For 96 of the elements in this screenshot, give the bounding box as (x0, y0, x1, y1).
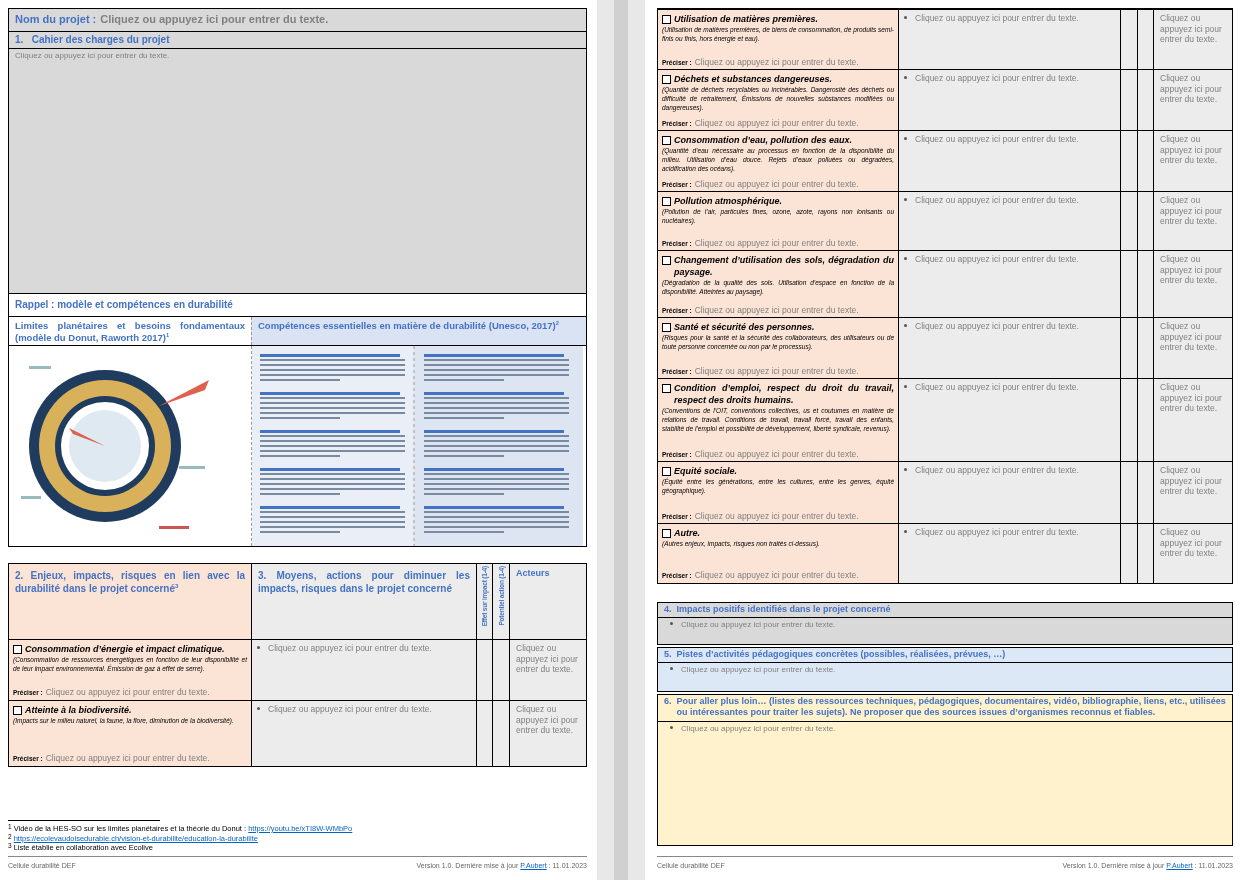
text-placeholder[interactable]: Cliquez ou appuyez ici pour entrer du texte. (915, 254, 1079, 265)
issue-title: Changement d’utilisation des sols, dégradation du paysage. (674, 254, 894, 279)
section-heading: Rappel : modèle et compétences en durabilité (15, 299, 233, 311)
text-placeholder[interactable]: Cliquez ou appuyez ici pour entrer du texte. (694, 366, 859, 377)
checkbox[interactable] (13, 706, 22, 715)
bullet-icon (904, 16, 907, 19)
rating-cell[interactable] (1137, 462, 1153, 524)
column-header: Compétences essentielles en matière de durabilité (Unesco, 2017)$^{2}$ (258, 320, 560, 333)
checkbox[interactable] (662, 384, 671, 393)
checkbox[interactable] (662, 197, 671, 206)
checkbox[interactable] (662, 467, 671, 476)
bullet-icon (904, 257, 907, 260)
text-placeholder[interactable]: Cliquez ou appuyez ici pour entrer du texte. (681, 665, 836, 675)
text-placeholder[interactable]: Cliquez ou appuyez ici pour entrer du texte. (915, 13, 1079, 24)
rating-cell[interactable] (1137, 10, 1153, 70)
rating-cell[interactable] (1120, 251, 1137, 318)
rating-cell[interactable] (1137, 379, 1153, 462)
section-header: 5. Pistes d’activités pédagogiques concrètes (possibles, réalisées, prévues, …) (658, 648, 1232, 662)
issue-title: Santé et sécurité des personnes. (674, 321, 815, 334)
bullet-icon (257, 707, 260, 710)
rating-cell[interactable] (1137, 192, 1153, 251)
text-placeholder[interactable]: Cliquez ou appuyez ici pour entrer du texte. (268, 704, 432, 715)
bullet-icon (904, 198, 907, 201)
text-placeholder[interactable]: Cliquez ou appuyez ici pour entrer du texte. (915, 134, 1079, 145)
rating-cell[interactable] (1137, 524, 1153, 583)
rating-cell[interactable] (1120, 70, 1137, 131)
bullet-icon (904, 385, 907, 388)
text-placeholder[interactable]: Cliquez ou appuyez ici pour entrer du texte. (915, 321, 1079, 332)
issue-title: Condition d’emploi, respect du droit du travail, respect des droits humains. (674, 382, 894, 407)
checkbox[interactable] (662, 15, 671, 24)
text-placeholder[interactable]: Cliquez ou appuyez ici pour entrer du texte. (915, 73, 1079, 84)
text-placeholder[interactable]: Cliquez ou appuyez ici pour entrer du texte. (45, 687, 210, 698)
rating-cell[interactable] (1120, 10, 1137, 70)
checkbox[interactable] (662, 529, 671, 538)
bullet-icon (904, 530, 907, 533)
column-header: Acteurs (516, 568, 551, 579)
issue-title: Pollution atmosphérique. (674, 195, 782, 208)
column-header: Limites planétaires et besoins fondamentaux (modèle du Donut, Raworth 2017)$^{1}$ (15, 320, 245, 345)
text-placeholder[interactable]: Cliquez ou appuyez ici pour entrer du texte. (694, 305, 859, 316)
bullet-icon (904, 137, 907, 140)
rating-cell[interactable] (492, 701, 509, 766)
rating-cell[interactable] (1120, 131, 1137, 192)
bullet-icon (257, 646, 260, 649)
issue-title: Equité sociale. (674, 465, 738, 477)
issue-title: Atteinte à la biodiversité. (25, 704, 132, 717)
text-placeholder[interactable]: Cliquez ou appuyez ici pour entrer du texte. (694, 179, 859, 190)
text-placeholder[interactable]: Cliquez ou appuyez ici pour entrer du texte. (694, 570, 859, 581)
text-placeholder[interactable]: Cliquez ou appuyez ici pour entrer du texte. (915, 465, 1079, 476)
section-header: 6. Pour aller plus loin… (listes des ressources techniques, pédagogiques, documentaires, vidéo, bibliographie, liens, etc., utilisées ou intéressantes pour traiter les sujets). Ne proposer que des sources issues d’organismes reconnus et fiables. (658, 695, 1232, 721)
text-placeholder[interactable]: Cliquez ou appuyez ici pour entrer du texte. (694, 511, 859, 522)
text-placeholder[interactable]: Cliquez ou appuyez ici pour entrer du texte. (915, 527, 1079, 538)
checkbox[interactable] (662, 323, 671, 332)
column-header: 3. Moyens, actions pour diminuer les impacts, risques dans le projet concerné (258, 569, 470, 595)
checkbox[interactable] (662, 256, 671, 265)
rating-cell[interactable] (1120, 379, 1137, 462)
project-label: Nom du projet : (15, 13, 97, 27)
bullet-icon (670, 726, 673, 729)
rating-cell[interactable] (1120, 462, 1137, 524)
column-header: 2. Enjeux, impacts, risques en lien avec la durabilité dans le projet concerné$^{3}$ (15, 569, 245, 595)
text-placeholder[interactable]: Cliquez ou appuyez ici pour entrer du texte. (694, 449, 859, 460)
section-header: 4. Impacts positifs identifiés dans le projet concerné (658, 603, 1232, 617)
rating-cell[interactable] (1137, 70, 1153, 131)
checkbox[interactable] (662, 75, 671, 84)
text-placeholder[interactable]: Cliquez ou appuyez ici pour entrer du texte. (694, 57, 859, 68)
issue-title: Déchets et substances dangereuses. (674, 73, 833, 86)
rating-cell[interactable] (1137, 318, 1153, 379)
checkbox[interactable] (662, 136, 671, 145)
rating-cell[interactable] (1120, 192, 1137, 251)
bullet-icon (670, 667, 673, 670)
text-placeholder[interactable]: Cliquez ou appuyez ici pour entrer du texte. (100, 13, 329, 27)
text-placeholder[interactable]: Cliquez ou appuyez ici pour entrer du texte. (45, 753, 210, 764)
bullet-icon (904, 76, 907, 79)
text-placeholder[interactable]: Cliquez ou appuyez ici pour entrer du texte. (681, 620, 836, 630)
text-placeholder[interactable]: Cliquez ou appuyez ici pour entrer du texte. (694, 238, 859, 249)
section-heading: 1. Cahier des charges du projet (15, 34, 170, 46)
text-placeholder[interactable]: Cliquez ou appuyez ici pour entrer du texte. (268, 643, 432, 654)
rating-cell[interactable] (1120, 318, 1137, 379)
rating-cell[interactable] (492, 640, 509, 700)
text-placeholder[interactable]: Cliquez ou appuyez ici pour entrer du texte. (15, 51, 170, 61)
issue-title: Consommation d’énergie et impact climatique. (25, 643, 225, 656)
issue-title: Consommation d’eau, pollution des eaux. (674, 134, 853, 147)
issue-title: Utilisation de matières premières. (674, 13, 819, 26)
rating-cell[interactable] (476, 701, 492, 766)
text-placeholder[interactable]: Cliquez ou appuyez ici pour entrer du texte. (681, 724, 836, 734)
bullet-icon (904, 324, 907, 327)
checkbox[interactable] (13, 645, 22, 654)
rating-cell[interactable] (476, 640, 492, 700)
text-placeholder[interactable]: Cliquez ou appuyez ici pour entrer du texte. (915, 382, 1079, 393)
rating-cell[interactable] (1120, 524, 1137, 583)
issue-title: Autre. (674, 527, 700, 540)
bullet-icon (670, 622, 673, 625)
rating-cell[interactable] (1137, 251, 1153, 318)
rating-cell[interactable] (1137, 131, 1153, 192)
text-placeholder[interactable]: Cliquez ou appuyez ici pour entrer du texte. (694, 118, 859, 129)
text-placeholder[interactable]: Cliquez ou appuyez ici pour entrer du texte. (915, 195, 1079, 206)
bullet-icon (904, 468, 907, 471)
